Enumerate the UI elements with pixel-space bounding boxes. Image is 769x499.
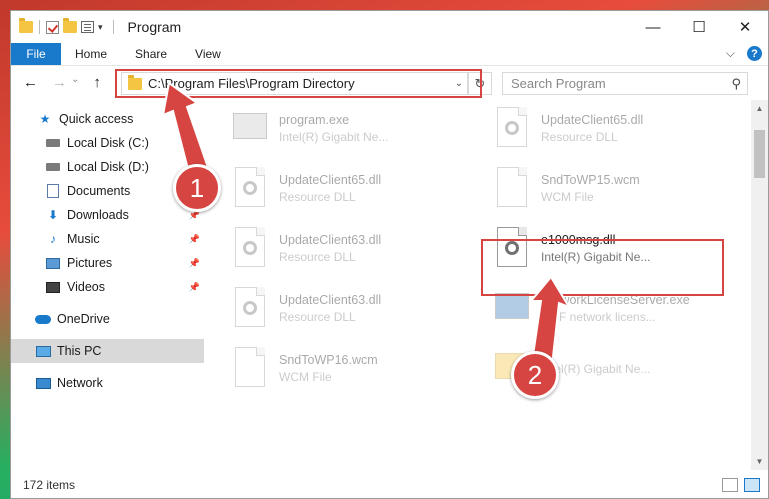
annotation-arrows [161, 81, 572, 377]
explorer-window: ▾ Program — ☐ ✕ File Home Share View ⌵ ?… [10, 10, 769, 499]
callout-step-2: 2 [511, 351, 559, 399]
callout-step-1: 1 [173, 164, 221, 212]
